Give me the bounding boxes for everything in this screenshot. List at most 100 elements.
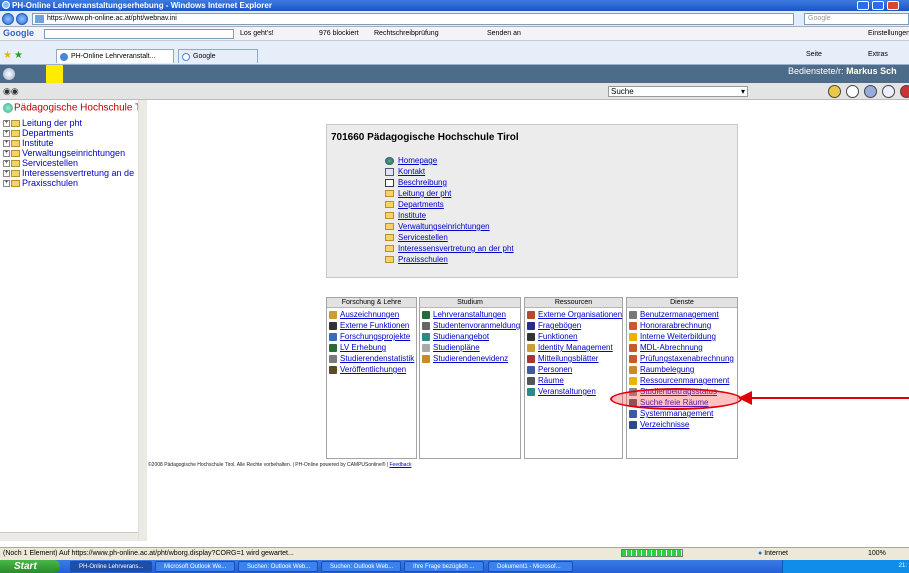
link-interessensvertretung[interactable]: Interessensvertretung an der pht bbox=[385, 244, 514, 254]
extras-menu-button[interactable]: Extras bbox=[868, 51, 888, 58]
folder-icon bbox=[385, 234, 394, 241]
favorites-star-icon[interactable]: ★ bbox=[3, 50, 12, 61]
logout-icon[interactable] bbox=[900, 85, 909, 98]
menu-item[interactable]: Externe Funktionen bbox=[329, 321, 409, 331]
go-button[interactable]: Los geht's! bbox=[240, 27, 274, 40]
campusonline-logo-icon[interactable] bbox=[3, 68, 15, 80]
start-button[interactable]: Start bbox=[0, 560, 60, 573]
popup-blocked-button[interactable]: 976 blockiert bbox=[319, 27, 359, 40]
help-icon[interactable] bbox=[864, 85, 877, 98]
close-button[interactable] bbox=[887, 1, 899, 10]
info-icon[interactable] bbox=[882, 85, 895, 98]
tab-ph-online[interactable]: PH-Online Lehrveranstalt... bbox=[56, 49, 174, 63]
expand-icon[interactable]: + bbox=[3, 180, 10, 188]
link-verwaltung[interactable]: Verwaltungseinrichtungen bbox=[385, 222, 490, 232]
link-homepage[interactable]: Homepage bbox=[385, 156, 437, 166]
menu-item[interactable]: Funktionen bbox=[527, 332, 578, 342]
spellcheck-button[interactable]: Rechtschreibprüfung bbox=[374, 27, 439, 40]
menu-item[interactable]: Forschungsprojekte bbox=[329, 332, 410, 342]
menu-item[interactable]: Personen bbox=[527, 365, 572, 375]
link-departments[interactable]: Departments bbox=[385, 200, 444, 210]
menu-item[interactable]: Veröffentlichungen bbox=[329, 365, 406, 375]
menu-item[interactable]: Interne Weiterbildung bbox=[629, 332, 716, 342]
link-leitung[interactable]: Leitung der pht bbox=[385, 189, 451, 199]
expand-icon[interactable]: + bbox=[3, 120, 10, 128]
system-tray: 21: bbox=[782, 560, 909, 573]
taskbar-item[interactable]: Suchen: Outlook Web... bbox=[238, 561, 318, 572]
tree-item[interactable]: + Interessensvertretung an de bbox=[3, 168, 134, 178]
menu-item[interactable]: Verzeichnisse bbox=[629, 420, 689, 430]
menu-item[interactable]: Veranstaltungen bbox=[527, 387, 596, 397]
google-logo: Google bbox=[3, 28, 34, 38]
zoom-level[interactable]: 100% bbox=[868, 548, 886, 560]
link-kontakt[interactable]: Kontakt bbox=[385, 167, 425, 177]
tree-item[interactable]: + Servicestellen bbox=[3, 158, 78, 168]
menu-item[interactable]: MDL-Abrechnung bbox=[629, 343, 703, 353]
cycle-icon[interactable]: ◉◉ bbox=[3, 86, 19, 97]
expand-icon[interactable]: + bbox=[3, 130, 10, 138]
menu-item[interactable]: Studentenvoranmeldung bbox=[422, 321, 520, 331]
tab-bar: ★ ★ PH-Online Lehrveranstalt... Google S… bbox=[0, 41, 909, 65]
link-institute[interactable]: Institute bbox=[385, 211, 426, 221]
send-to-button[interactable]: Senden an bbox=[487, 27, 521, 40]
expand-icon[interactable]: + bbox=[3, 170, 10, 178]
home-icon[interactable] bbox=[846, 85, 859, 98]
menu-item[interactable]: Raumbelegung bbox=[629, 365, 694, 375]
menu-item[interactable]: Mitteilungsblätter bbox=[527, 354, 598, 364]
expand-icon[interactable]: + bbox=[3, 150, 10, 158]
feedback-link[interactable]: Feedback bbox=[389, 462, 411, 468]
tab-google[interactable]: Google bbox=[178, 49, 258, 63]
google-search-input[interactable] bbox=[44, 29, 234, 39]
menu-item[interactable]: Studierendenstatistik bbox=[329, 354, 414, 364]
taskbar-item[interactable]: Dokument1 - Microsof... bbox=[488, 561, 573, 572]
back-button[interactable] bbox=[2, 13, 14, 25]
page-menu-button[interactable]: Seite bbox=[806, 51, 822, 58]
link-servicestellen[interactable]: Servicestellen bbox=[385, 233, 448, 243]
search-select[interactable]: Suche ▾ bbox=[608, 86, 748, 97]
menu-item[interactable]: Externe Organisationen bbox=[527, 310, 622, 320]
taskbar-item[interactable]: PH-Online Lehrverans... bbox=[70, 561, 152, 572]
menu-item[interactable]: Systemmanagement bbox=[629, 409, 713, 419]
menu-item[interactable]: Identity Management bbox=[527, 343, 613, 353]
menu-item[interactable]: Fragebögen bbox=[527, 321, 581, 331]
ie-logo-icon bbox=[2, 1, 10, 9]
taskbar-item[interactable]: Ihre Frage bezüglich ... bbox=[404, 561, 484, 572]
expand-icon[interactable]: + bbox=[3, 160, 10, 168]
tree-item[interactable]: + Institute bbox=[3, 138, 54, 148]
maximize-button[interactable] bbox=[872, 1, 884, 10]
add-favorite-icon[interactable]: ★ bbox=[14, 50, 23, 61]
tree-item[interactable]: + Departments bbox=[3, 128, 74, 138]
tree-item[interactable]: + Verwaltungseinrichtungen bbox=[3, 148, 125, 158]
menu-item[interactable]: Studienpläne bbox=[422, 343, 480, 353]
folder-icon bbox=[385, 201, 394, 208]
url-input[interactable]: https://www.ph-online.ac.at/pht/webnav.i… bbox=[32, 13, 794, 25]
tree-item[interactable]: + Leitung der pht bbox=[3, 118, 82, 128]
tree-root[interactable]: Pädagogische Hochschule Ti bbox=[3, 103, 143, 113]
taskbar-item[interactable]: Microsoft Outlook We... bbox=[155, 561, 235, 572]
menu-item[interactable]: Studierendenevidenz bbox=[422, 354, 508, 364]
taskbar-item[interactable]: Suchen: Outlook Web... bbox=[321, 561, 401, 572]
search-input[interactable]: Google bbox=[804, 13, 909, 25]
project-icon bbox=[329, 333, 337, 341]
highlight-marker bbox=[46, 65, 63, 83]
settings-button[interactable]: Einstellungen bbox=[868, 27, 909, 40]
clock[interactable]: 21: bbox=[899, 563, 907, 569]
favorites-icon[interactable] bbox=[828, 85, 841, 98]
tree-horizontal-scrollbar[interactable] bbox=[0, 532, 138, 541]
menu-item[interactable]: Ressourcenmanagement bbox=[629, 376, 729, 386]
forward-button[interactable] bbox=[16, 13, 28, 25]
menu-item[interactable]: Honorarabrechnung bbox=[629, 321, 711, 331]
menu-item[interactable]: Studienangebot bbox=[422, 332, 489, 342]
menu-item[interactable]: LV Erhebung bbox=[329, 343, 386, 353]
link-praxisschulen[interactable]: Praxisschulen bbox=[385, 255, 448, 265]
menu-item[interactable]: Räume bbox=[527, 376, 564, 386]
tree-vertical-scrollbar[interactable] bbox=[138, 100, 147, 541]
minimize-button[interactable] bbox=[857, 1, 869, 10]
expand-icon[interactable]: + bbox=[3, 140, 10, 148]
link-beschreibung[interactable]: Beschreibung bbox=[385, 178, 447, 188]
menu-item[interactable]: Benutzermanagement bbox=[629, 310, 719, 320]
menu-item[interactable]: Prüfungstaxenabrechnung bbox=[629, 354, 734, 364]
menu-item[interactable]: Lehrveranstaltungen bbox=[422, 310, 506, 320]
menu-item[interactable]: Auszeichnungen bbox=[329, 310, 399, 320]
tree-item[interactable]: + Praxisschulen bbox=[3, 178, 78, 188]
